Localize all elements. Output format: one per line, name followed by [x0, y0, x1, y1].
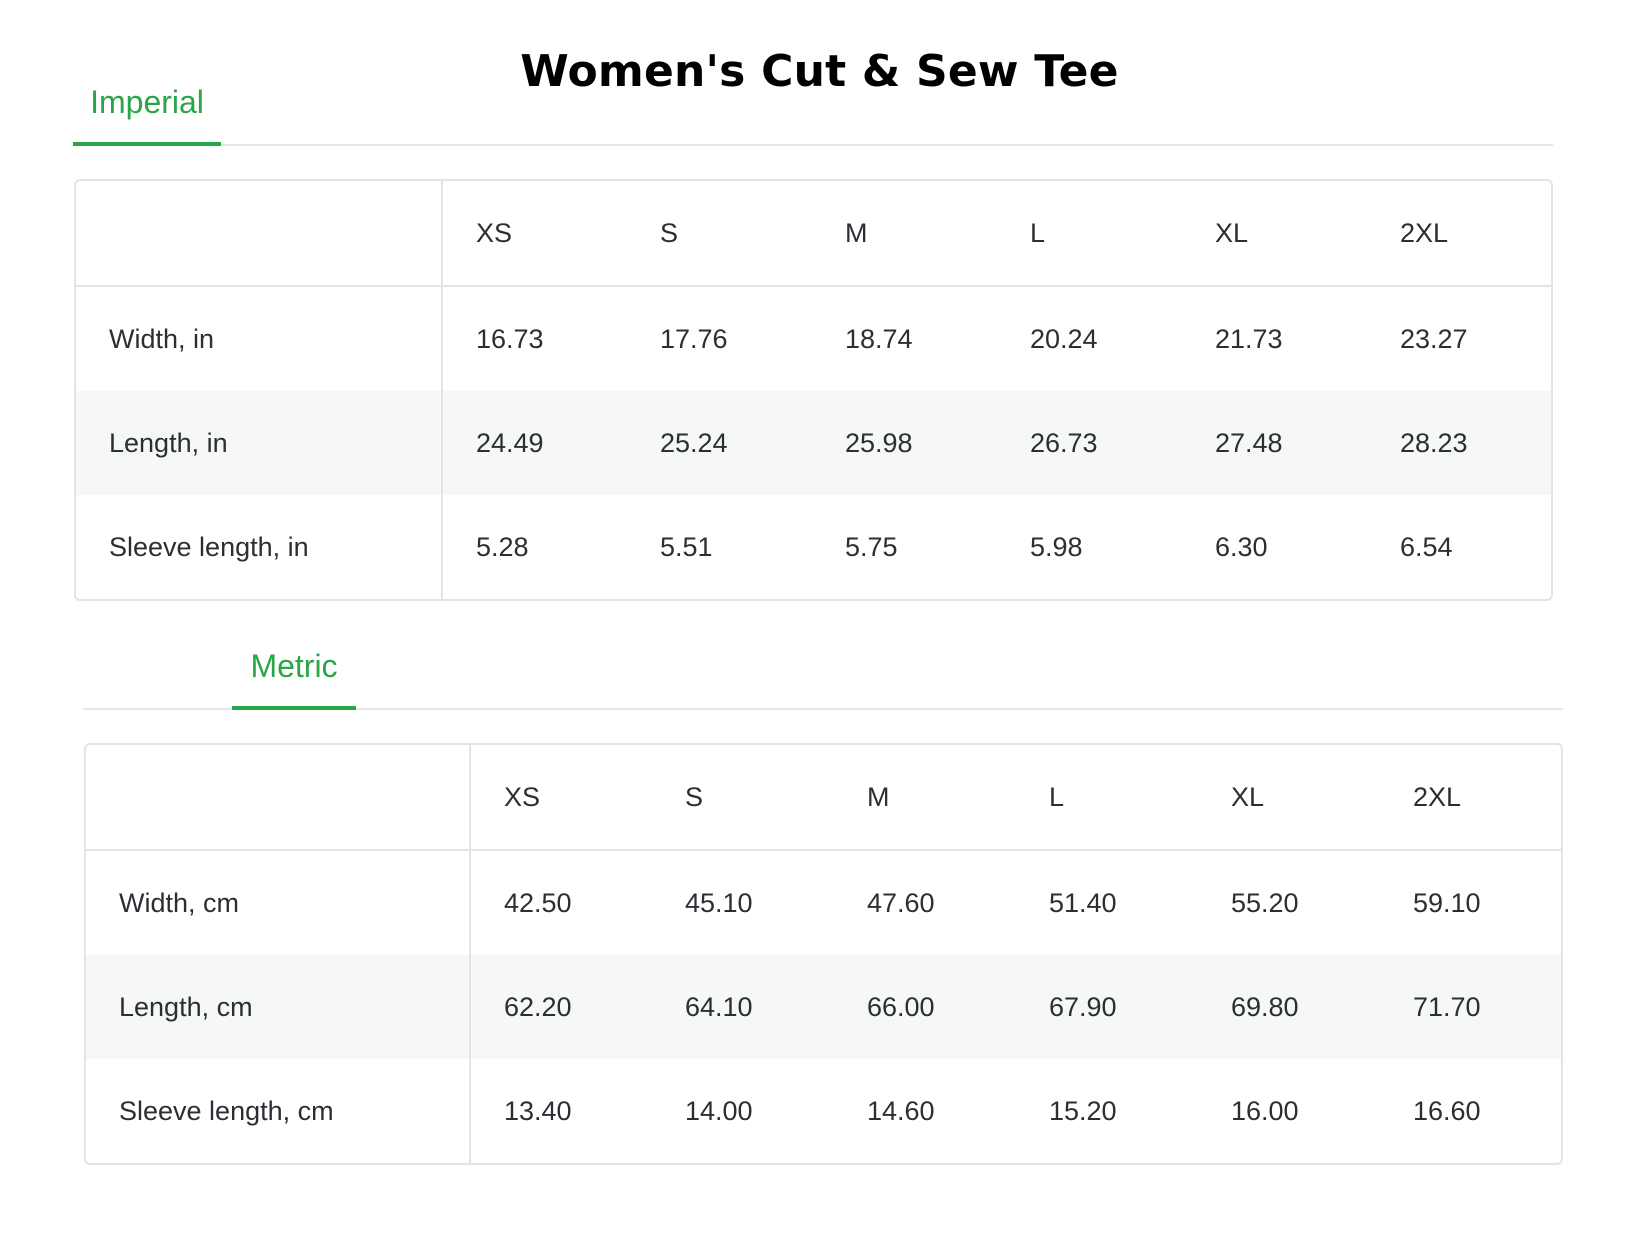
table-row: Sleeve length, in 5.28 5.51 5.75 5.98 6.…: [76, 495, 1551, 599]
column-header: XS: [442, 181, 627, 287]
table-cell: 17.76: [660, 323, 728, 354]
table-cell: 6.30: [1215, 531, 1268, 562]
table-cell: 47.60: [867, 887, 935, 918]
column-header: S: [652, 745, 834, 851]
table-cell: 62.20: [504, 991, 572, 1022]
column-header: L: [997, 181, 1182, 287]
table-cell: 18.74: [845, 323, 913, 354]
tab-imperial[interactable]: Imperial: [73, 74, 221, 146]
table-row: Width, in 16.73 17.76 18.74 20.24 21.73 …: [76, 286, 1551, 391]
row-label: Length, cm: [86, 955, 471, 1059]
table-row: Width, cm 42.50 45.10 47.60 51.40 55.20 …: [86, 850, 1561, 955]
table-cell: 24.49: [476, 427, 544, 458]
table-cell: 71.70: [1413, 991, 1481, 1022]
table-cell: 21.73: [1215, 323, 1283, 354]
corner-cell: [86, 745, 471, 851]
row-label: Length, in: [76, 391, 443, 495]
row-label: Sleeve length, in: [76, 495, 443, 599]
column-header: M: [812, 181, 997, 287]
column-header: S: [627, 181, 812, 287]
table-cell: 14.00: [685, 1095, 753, 1126]
imperial-tab-bar: Imperial: [73, 72, 1553, 146]
table-cell: 28.23: [1400, 427, 1468, 458]
metric-size-table: XS S M L XL 2XL Width, cm 42.50 45.10 47…: [84, 743, 1563, 1165]
table-header-row: XS S M L XL 2XL: [86, 745, 1561, 851]
table-cell: 5.75: [845, 531, 898, 562]
row-label: Sleeve length, cm: [86, 1059, 471, 1163]
table-cell: 5.51: [660, 531, 713, 562]
table-cell: 69.80: [1231, 991, 1299, 1022]
table-cell: 45.10: [685, 887, 753, 918]
table-header-row: XS S M L XL 2XL: [76, 181, 1551, 287]
table-cell: 16.60: [1413, 1095, 1481, 1126]
table-row: Sleeve length, cm 13.40 14.00 14.60 15.2…: [86, 1059, 1561, 1163]
imperial-size-table: XS S M L XL 2XL Width, in 16.73 17.76 18…: [74, 179, 1553, 601]
table-cell: 42.50: [504, 887, 572, 918]
row-label: Width, in: [76, 286, 443, 391]
table-row: Length, cm 62.20 64.10 66.00 67.90 69.80…: [86, 955, 1561, 1059]
table-cell: 55.20: [1231, 887, 1299, 918]
imperial-table: XS S M L XL 2XL Width, in 16.73 17.76 18…: [76, 181, 1551, 599]
column-header: XL: [1198, 745, 1380, 851]
table-cell: 26.73: [1030, 427, 1098, 458]
table-cell: 59.10: [1413, 887, 1481, 918]
table-cell: 51.40: [1049, 887, 1117, 918]
corner-cell: [76, 181, 443, 287]
column-header: XS: [470, 745, 652, 851]
table-cell: 67.90: [1049, 991, 1117, 1022]
column-header: 2XL: [1380, 745, 1561, 851]
metric-table: XS S M L XL 2XL Width, cm 42.50 45.10 47…: [86, 745, 1561, 1163]
table-cell: 66.00: [867, 991, 935, 1022]
row-label: Width, cm: [86, 850, 471, 955]
metric-tab-bar: Metric: [83, 636, 1563, 710]
table-cell: 64.10: [685, 991, 753, 1022]
column-header: XL: [1182, 181, 1367, 287]
table-cell: 15.20: [1049, 1095, 1117, 1126]
table-cell: 23.27: [1400, 323, 1468, 354]
column-header: 2XL: [1367, 181, 1551, 287]
table-cell: 25.24: [660, 427, 728, 458]
table-cell: 13.40: [504, 1095, 572, 1126]
table-cell: 5.28: [476, 531, 529, 562]
tab-metric[interactable]: Metric: [232, 638, 356, 710]
table-cell: 6.54: [1400, 531, 1453, 562]
column-header: L: [1016, 745, 1198, 851]
table-cell: 16.00: [1231, 1095, 1299, 1126]
table-cell: 25.98: [845, 427, 913, 458]
table-cell: 16.73: [476, 323, 544, 354]
table-cell: 27.48: [1215, 427, 1283, 458]
column-header: M: [834, 745, 1016, 851]
table-cell: 20.24: [1030, 323, 1098, 354]
table-cell: 5.98: [1030, 531, 1083, 562]
table-cell: 14.60: [867, 1095, 935, 1126]
table-row: Length, in 24.49 25.24 25.98 26.73 27.48…: [76, 391, 1551, 495]
